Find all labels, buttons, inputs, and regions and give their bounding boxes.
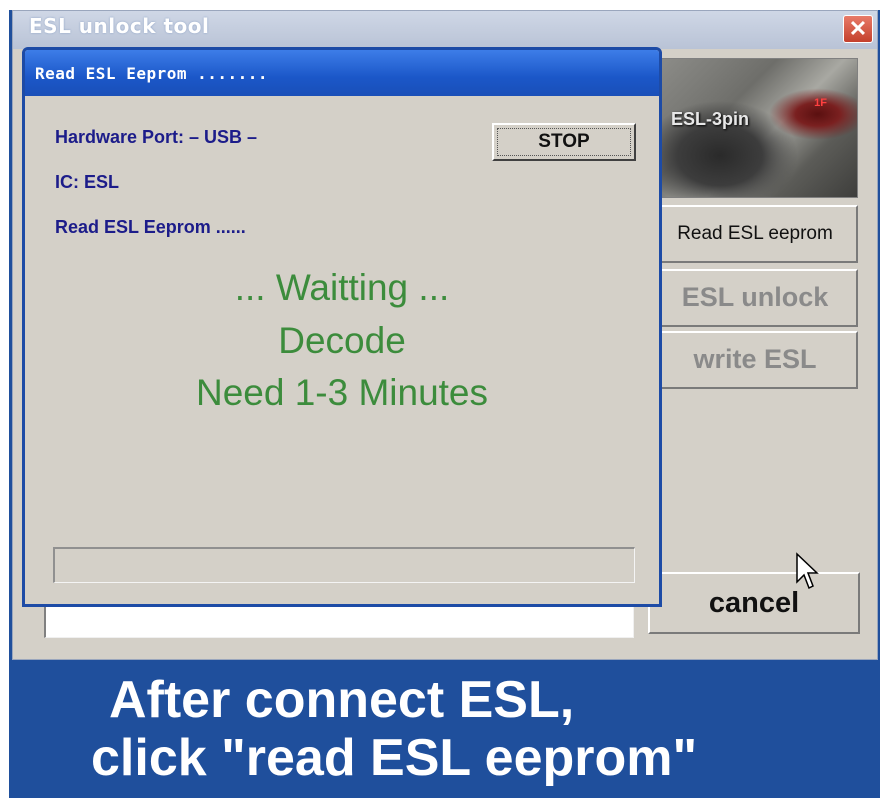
- read-esl-eeprom-button[interactable]: Read ESL eeprom: [652, 205, 858, 263]
- esl-unlock-button[interactable]: ESL unlock: [652, 269, 858, 327]
- caption-banner: After connect ESL, click "read ESL eepro…: [9, 662, 880, 798]
- status-waiting: ... Waitting ...: [234, 267, 450, 308]
- main-titlebar: ESL unlock tool ✕: [13, 11, 877, 49]
- dialog-progress-bar: [53, 547, 635, 583]
- read-eeprom-dialog: Read ESL Eeprom ....... Hardware Port: –…: [22, 47, 662, 607]
- status-decode: Decode: [278, 320, 406, 361]
- esl-photo: ESL-3pin 1F: [660, 58, 858, 198]
- reading-label: Read ESL Eeprom ......: [55, 217, 246, 237]
- window-title: ESL unlock tool: [29, 14, 210, 38]
- photo-tag: 1F: [814, 97, 827, 109]
- hardware-port-label: Hardware Port: – USB –: [55, 127, 258, 147]
- caption-line-1: After connect ESL,: [109, 671, 575, 729]
- status-duration: Need 1-3 Minutes: [195, 372, 489, 413]
- dialog-title: Read ESL Eeprom .......: [35, 64, 269, 83]
- write-esl-button[interactable]: write ESL: [652, 331, 858, 389]
- stop-button[interactable]: STOP: [492, 123, 636, 161]
- photo-label: ESL-3pin: [671, 109, 750, 129]
- ic-label: IC: ESL: [55, 172, 120, 192]
- mouse-pointer-icon: [796, 552, 819, 590]
- caption-line-2: click "read ESL eeprom": [91, 729, 698, 787]
- dialog-titlebar: Read ESL Eeprom .......: [25, 50, 659, 96]
- cancel-button[interactable]: cancel: [648, 572, 860, 634]
- close-icon: ✕: [848, 16, 868, 41]
- close-button[interactable]: ✕: [843, 15, 873, 43]
